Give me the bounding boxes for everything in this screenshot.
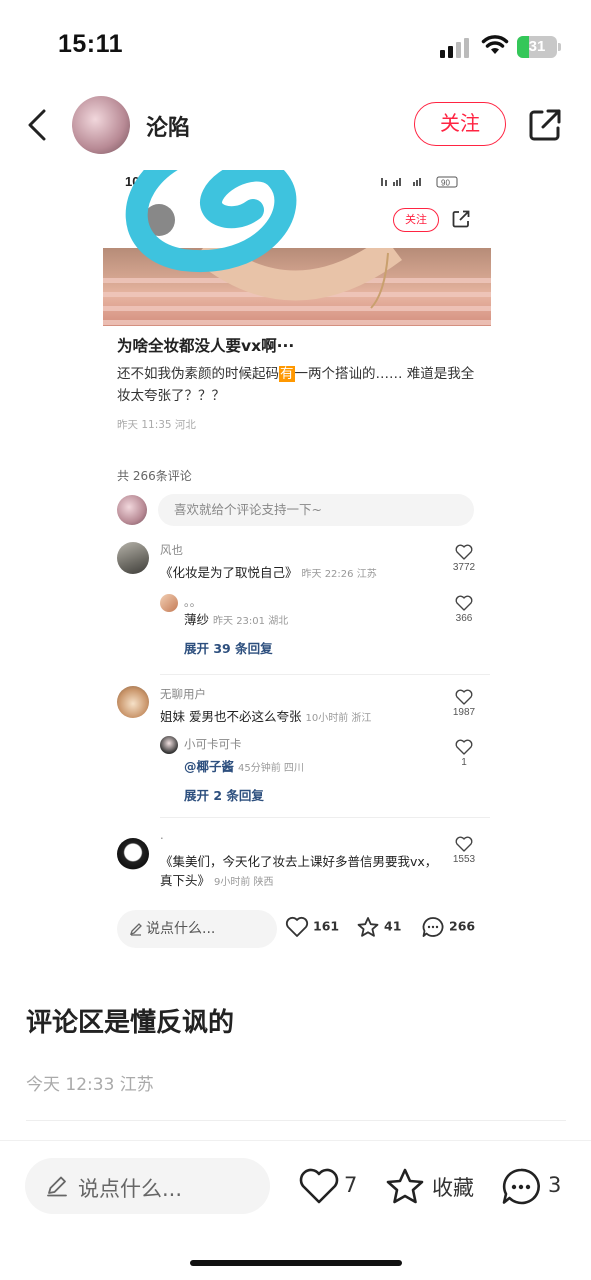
comment-avatar: [117, 686, 149, 718]
status-bar: 15:11 31: [0, 0, 591, 90]
image-follow-button: 关注: [393, 208, 439, 232]
comment-avatar: [117, 542, 149, 574]
like-count[interactable]: 7: [344, 1173, 357, 1197]
image-bottom-input: 说点什么...: [117, 910, 277, 948]
comment-like: 1553: [449, 836, 479, 865]
divider: [160, 817, 490, 818]
image-status-time: 10:07: [125, 174, 159, 189]
divider: [160, 674, 490, 675]
note-title: 评论区是懂反讽的: [26, 1008, 235, 1038]
reply-text: 薄纱 昨天 23:01 湖北: [184, 612, 289, 627]
reply-avatar: [160, 594, 178, 612]
image-user-avatar: [117, 495, 147, 525]
comment-icon: [422, 917, 444, 937]
follow-button[interactable]: 关注: [414, 102, 506, 146]
comment-like: 1987: [449, 689, 479, 718]
comment-text: 姐妹 爱男也不必这么夸张 10小时前 浙江: [160, 709, 372, 724]
heart-icon: [455, 689, 473, 705]
comment-avatar: [117, 838, 149, 870]
image-post-title: 为啥全妆都没人要vx啊···: [117, 337, 295, 355]
reply-text: @椰子酱 45分钟前 四川: [184, 759, 304, 774]
image-photo: [103, 248, 491, 326]
comment-text: 《化妆是为了取悦自己》 昨天 22:26 江苏: [160, 565, 377, 580]
image-header: 关注: [103, 200, 491, 245]
heart-icon: [455, 595, 473, 611]
reply-avatar: [160, 736, 178, 754]
reply-author: 。。: [184, 595, 202, 609]
heart-icon: [455, 544, 473, 560]
reply-like: 366: [449, 595, 479, 624]
image-battery-text: 90: [441, 179, 450, 188]
image-comment-total: 266: [421, 916, 475, 938]
collect-label[interactable]: 收藏: [432, 1172, 474, 1202]
comment-icon[interactable]: [500, 1167, 542, 1207]
share-icon[interactable]: [526, 106, 564, 144]
pencil-icon: [47, 1176, 67, 1197]
comment-author: 无聊用户: [160, 687, 206, 701]
reply-like: 1: [449, 739, 479, 768]
comment-count[interactable]: 3: [548, 1173, 561, 1197]
author-name[interactable]: 沦陷: [146, 110, 190, 142]
author-avatar[interactable]: [72, 96, 130, 154]
battery-icon: 31: [517, 36, 561, 58]
image-post-body: 还不如我伪素颜的时候起码有一两个搭讪的…… 难道是我全妆太夸张了？？？: [117, 366, 475, 404]
image-comment-input: 喜欢就给个评论支持一下~: [158, 494, 474, 526]
heart-icon: [285, 916, 309, 937]
back-icon[interactable]: [22, 106, 56, 144]
bottom-bar: 说点什么... 7 收藏 3: [0, 1140, 591, 1240]
image-post-meta: 昨天 11:35 河北: [117, 419, 196, 431]
nav-bar: 沦陷 关注: [0, 90, 591, 160]
home-indicator[interactable]: [190, 1260, 402, 1266]
image-share-icon: [452, 210, 470, 228]
comment-input[interactable]: 说点什么...: [25, 1158, 270, 1214]
image-status-bar: 10:07 90: [103, 170, 491, 200]
note-meta: 今天 12:33 江苏: [26, 1075, 154, 1095]
comment-text: 《集美们，今天化了妆去上课好多普信男要我vx，真下头》 9小时前 陕西: [160, 854, 438, 888]
heart-icon: [455, 739, 473, 755]
wifi-icon: [481, 35, 509, 54]
image-bottom-bar: 说点什么... 161 41 266: [103, 908, 491, 950]
status-time: 15:11: [58, 30, 124, 58]
comment-like: 3772: [449, 544, 479, 573]
image-collect-count: 41: [356, 916, 401, 938]
expand-replies: 展开 39 条回复: [184, 641, 273, 656]
star-icon: [357, 917, 379, 937]
pencil-icon: [129, 923, 142, 936]
star-icon[interactable]: [384, 1167, 426, 1207]
image-comment-count: 共 266条评论: [117, 469, 192, 483]
image-like-count: 161: [285, 916, 339, 938]
comment-author: 风也: [160, 543, 183, 557]
image-status-icons: 90: [381, 176, 471, 190]
comment-author: .: [160, 828, 164, 842]
heart-icon: [455, 836, 473, 852]
expand-replies: 展开 2 条回复: [184, 788, 264, 803]
image-author-avatar: [143, 204, 175, 236]
signal-icon: [440, 38, 469, 58]
battery-level: 31: [528, 38, 546, 55]
comment-input-placeholder: 说点什么...: [78, 1177, 183, 1201]
divider: [26, 1120, 566, 1121]
reply-author: 小可卡可卡: [184, 737, 242, 751]
heart-icon[interactable]: [298, 1167, 340, 1205]
post-image[interactable]: 10:07 90 关注 为啥全妆都没人要vx啊··· 还不如我伪素颜的时候起码有…: [103, 170, 491, 950]
